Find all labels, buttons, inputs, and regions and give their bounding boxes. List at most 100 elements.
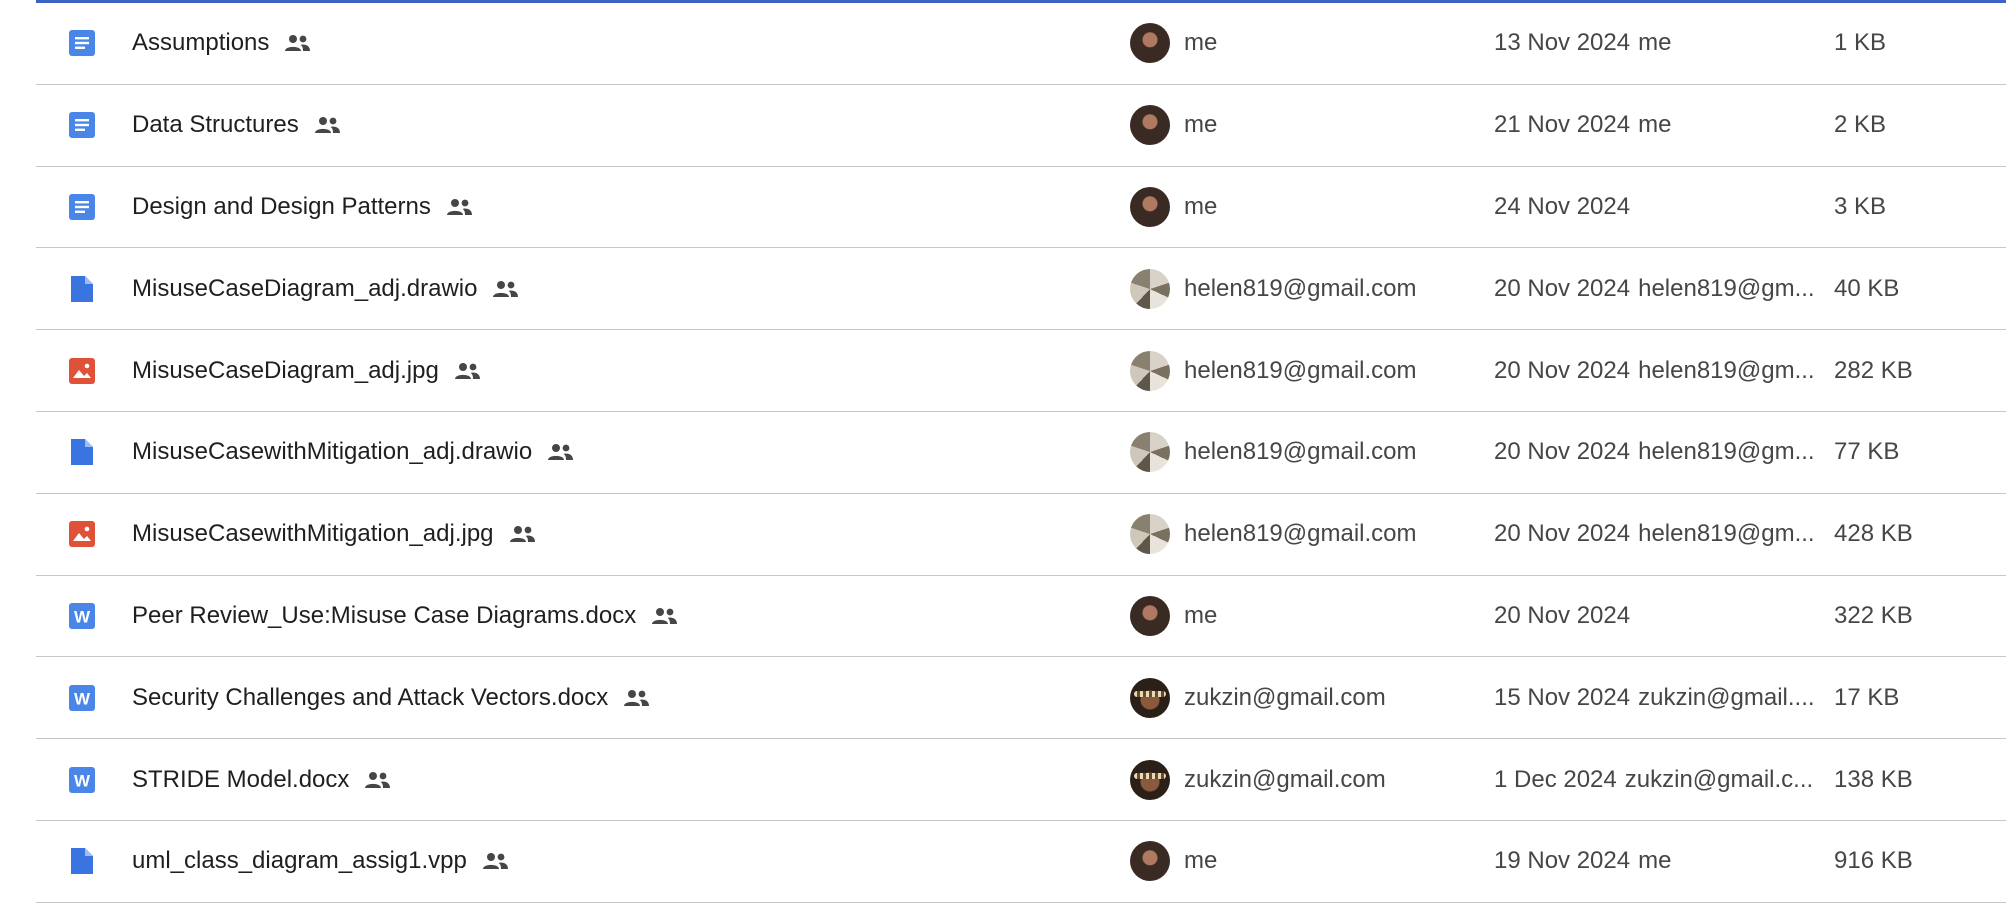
modified-date: 24 Nov 2024 xyxy=(1494,192,1631,220)
file-name-cell[interactable]: Peer Review_Use:Misuse Case Diagrams.doc… xyxy=(132,576,1132,657)
file-name-cell[interactable]: uml_class_diagram_assig1.vpp xyxy=(132,821,1132,902)
file-name[interactable]: Assumptions xyxy=(132,29,269,57)
owner-avatar[interactable] xyxy=(1130,268,1170,309)
file-row[interactable]: W Security Challenges and Attack Vectors.… xyxy=(36,657,2006,740)
owner-name: zukzin@gmail.com xyxy=(1184,683,1386,711)
modified-date: 20 Nov 2024 xyxy=(1494,601,1631,629)
last-modified-cell: 20 Nov 2024 helen819@gm... xyxy=(1494,412,1844,493)
file-row[interactable]: uml_class_diagram_assig1.vpp me 19 Nov 202… xyxy=(36,821,2006,903)
owner-cell: zukzin@gmail.com xyxy=(1130,657,1510,738)
owner-name: zukzin@gmail.com xyxy=(1184,765,1386,793)
file-name-cell[interactable]: MisuseCasewithMitigation_adj.drawio xyxy=(132,412,1132,493)
owner-cell: zukzin@gmail.com xyxy=(1130,739,1510,820)
modified-by: helen819@gm... xyxy=(1638,438,1815,466)
file-row[interactable]: Assumptions me 13 Nov 2024 me 1 KB xyxy=(36,3,2006,85)
file-name[interactable]: Peer Review_Use:Misuse Case Diagrams.doc… xyxy=(132,602,636,630)
last-modified-cell: 13 Nov 2024 me xyxy=(1494,3,1844,84)
owner-avatar[interactable] xyxy=(1130,759,1170,800)
modified-by: zukzin@gmail.... xyxy=(1638,683,1815,711)
generic-file-icon xyxy=(66,412,98,493)
last-modified-cell: 20 Nov 2024 helen819@gm... xyxy=(1494,330,1844,411)
file-name-cell[interactable]: MisuseCasewithMitigation_adj.jpg xyxy=(132,494,1132,575)
owner-avatar[interactable] xyxy=(1130,432,1170,473)
owner-cell: me xyxy=(1130,167,1510,248)
owner-avatar[interactable] xyxy=(1130,105,1170,146)
google-doc-icon xyxy=(66,167,98,248)
file-name-cell[interactable]: MisuseCaseDiagram_adj.drawio xyxy=(132,248,1132,329)
owner-avatar[interactable] xyxy=(1130,23,1170,64)
owner-avatar[interactable] xyxy=(1130,841,1170,882)
file-size: 77 KB xyxy=(1834,438,1900,466)
file-size-cell: 77 KB xyxy=(1834,412,1984,493)
modified-date: 1 Dec 2024 xyxy=(1494,765,1617,793)
shared-people-icon xyxy=(283,33,311,53)
file-size: 322 KB xyxy=(1834,601,1913,629)
owner-avatar[interactable] xyxy=(1130,514,1170,555)
owner-cell: helen819@gmail.com xyxy=(1130,248,1510,329)
file-size-cell: 17 KB xyxy=(1834,657,1984,738)
file-name-cell[interactable]: MisuseCaseDiagram_adj.jpg xyxy=(132,330,1132,411)
file-size: 3 KB xyxy=(1834,192,1887,220)
file-row[interactable]: Data Structures me 21 Nov 2024 me 2 KB xyxy=(36,85,2006,167)
google-doc-icon xyxy=(66,3,98,84)
file-name-cell[interactable]: Data Structures xyxy=(132,85,1132,166)
file-name[interactable]: Security Challenges and Attack Vectors.d… xyxy=(132,684,608,712)
file-name[interactable]: MisuseCasewithMitigation_adj.drawio xyxy=(132,438,532,466)
file-name-cell[interactable]: Security Challenges and Attack Vectors.d… xyxy=(132,657,1132,738)
owner-avatar[interactable] xyxy=(1130,186,1170,227)
owner-cell: me xyxy=(1130,576,1510,657)
modified-by: zukzin@gmail.c... xyxy=(1624,765,1814,793)
owner-avatar[interactable] xyxy=(1130,595,1170,636)
file-name[interactable]: Design and Design Patterns xyxy=(132,193,431,221)
generic-file-icon xyxy=(66,248,98,329)
file-size-cell: 138 KB xyxy=(1834,739,1984,820)
modified-by: me xyxy=(1638,29,1672,57)
shared-people-icon xyxy=(363,770,391,790)
modified-date: 20 Nov 2024 xyxy=(1494,520,1631,548)
file-row[interactable]: Design and Design Patterns me 24 Nov 2024 3… xyxy=(36,167,2006,249)
svg-text:W: W xyxy=(74,689,91,708)
file-name[interactable]: uml_class_diagram_assig1.vpp xyxy=(132,847,467,875)
file-row[interactable]: W STRIDE Model.docx zukzin@gmail.com 1 Dec … xyxy=(36,739,2006,821)
owner-cell: helen819@gmail.com xyxy=(1130,494,1510,575)
owner-name: me xyxy=(1184,111,1218,139)
file-row[interactable]: W Peer Review_Use:Misuse Case Diagrams.do… xyxy=(36,576,2006,658)
file-name[interactable]: Data Structures xyxy=(132,111,299,139)
shared-people-icon xyxy=(546,442,574,462)
file-name[interactable]: MisuseCaseDiagram_adj.drawio xyxy=(132,275,477,303)
modified-date: 20 Nov 2024 xyxy=(1494,438,1631,466)
owner-name: helen819@gmail.com xyxy=(1184,520,1417,548)
file-row[interactable]: MisuseCasewithMitigation_adj.jpg helen819… xyxy=(36,494,2006,576)
shared-people-icon xyxy=(508,524,536,544)
modified-date: 21 Nov 2024 xyxy=(1494,111,1631,139)
file-size: 17 KB xyxy=(1834,683,1900,711)
owner-name: helen819@gmail.com xyxy=(1184,274,1417,302)
modified-by: helen819@gm... xyxy=(1638,274,1815,302)
file-row[interactable]: MisuseCaseDiagram_adj.jpg helen819@gmail.… xyxy=(36,330,2006,412)
svg-text:W: W xyxy=(74,771,91,790)
owner-avatar[interactable] xyxy=(1130,677,1170,718)
file-size-cell: 1 KB xyxy=(1834,3,1984,84)
file-name-cell[interactable]: STRIDE Model.docx xyxy=(132,739,1132,820)
file-row[interactable]: MisuseCasewithMitigation_adj.drawio helen… xyxy=(36,412,2006,494)
last-modified-cell: 1 Dec 2024 zukzin@gmail.c... xyxy=(1494,739,1844,820)
file-size: 428 KB xyxy=(1834,520,1913,548)
file-row[interactable]: MisuseCaseDiagram_adj.drawio helen819@gma… xyxy=(36,248,2006,331)
last-modified-cell: 24 Nov 2024 xyxy=(1494,167,1844,248)
file-size-cell: 40 KB xyxy=(1834,248,1984,329)
file-name-cell[interactable]: Assumptions xyxy=(132,3,1132,84)
file-size-cell: 916 KB xyxy=(1834,821,1984,902)
shared-people-icon xyxy=(650,606,678,626)
file-name[interactable]: MisuseCasewithMitigation_adj.jpg xyxy=(132,520,494,548)
file-name-cell[interactable]: Design and Design Patterns xyxy=(132,167,1132,248)
google-doc-icon xyxy=(66,85,98,166)
file-name[interactable]: STRIDE Model.docx xyxy=(132,766,349,794)
file-size: 1 KB xyxy=(1834,29,1887,57)
drive-file-list-view: Assumptions me 13 Nov 2024 me 1 KB Data Struc… xyxy=(0,0,2006,920)
owner-avatar[interactable] xyxy=(1130,350,1170,391)
word-file-icon: W xyxy=(66,576,98,657)
modified-by: me xyxy=(1638,847,1672,875)
file-name[interactable]: MisuseCaseDiagram_adj.jpg xyxy=(132,357,439,385)
owner-cell: me xyxy=(1130,85,1510,166)
file-size: 2 KB xyxy=(1834,111,1887,139)
